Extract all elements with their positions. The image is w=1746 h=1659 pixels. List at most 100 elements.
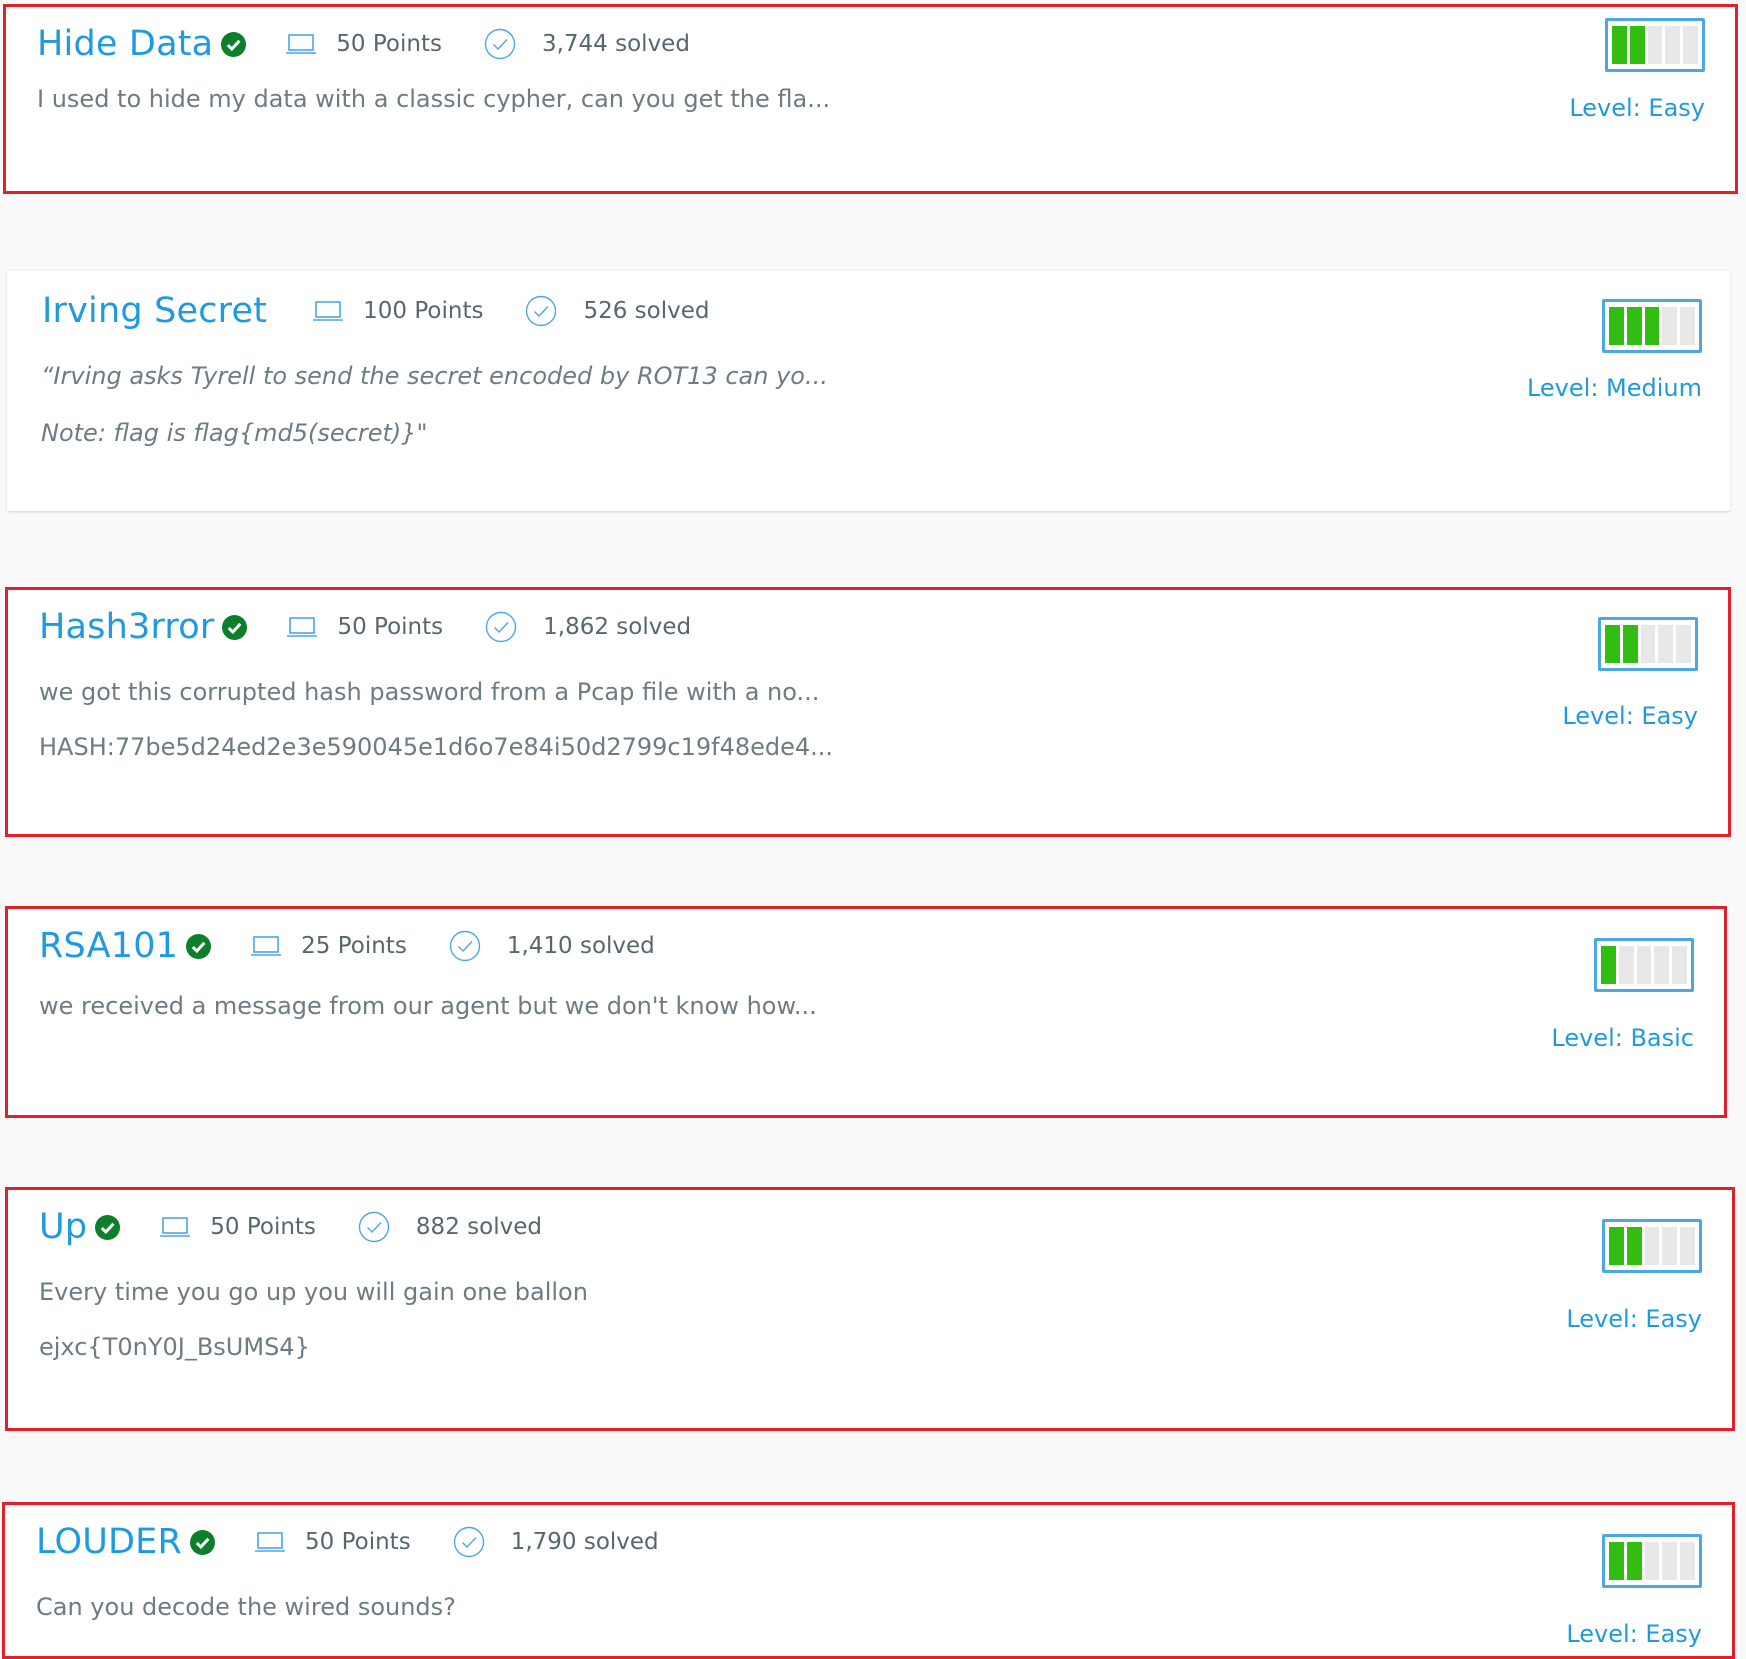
points-meta: 25 Points <box>251 933 407 959</box>
difficulty-meter <box>1602 1534 1702 1588</box>
challenge-card[interactable]: Hide Data 50 Points 3,744 solved I used to … <box>3 4 1738 194</box>
challenge-title[interactable]: Hash3rror <box>39 607 214 647</box>
challenge-description-line: “Irving asks Tyrell to send the secret e… <box>41 362 828 390</box>
solved-check-icon <box>221 31 247 57</box>
difficulty-segment <box>1609 1542 1624 1580</box>
points-meta: 100 Points <box>313 298 483 324</box>
solved-check-icon <box>95 1214 121 1240</box>
solved-count-icon <box>526 295 557 327</box>
level-label: Level: Basic <box>1551 1024 1694 1052</box>
laptop-icon <box>160 1217 191 1237</box>
challenge-card[interactable]: Irving Secret 100 Points 526 solved “Irving… <box>7 271 1730 511</box>
challenge-description-line: ejxc{T0nY0J_BsUMS4} <box>39 1333 310 1361</box>
level-label: Level: Easy <box>1569 94 1705 122</box>
points-meta: 50 Points <box>286 31 442 57</box>
difficulty-segment <box>1612 26 1627 64</box>
challenge-header: LOUDER 50 Points 1,790 solved <box>36 1522 659 1562</box>
points-meta: 50 Points <box>160 1214 316 1240</box>
laptop-icon <box>287 617 318 637</box>
solved-count-label: 1,862 solved <box>543 614 692 640</box>
difficulty-segment <box>1644 1227 1660 1265</box>
challenge-card[interactable]: Hash3rror 50 Points 1,862 solved we got thi… <box>5 587 1731 837</box>
solved-meta: 1,410 solved <box>449 930 655 962</box>
challenge-header: RSA101 25 Points 1,410 solved <box>39 926 655 966</box>
difficulty-meter <box>1594 938 1694 992</box>
points-label: 25 Points <box>301 933 407 959</box>
challenge-title[interactable]: Hide Data <box>37 24 213 64</box>
challenge-header: Hash3rror 50 Points 1,862 solved <box>39 607 691 647</box>
challenge-title[interactable]: RSA101 <box>39 926 178 966</box>
difficulty-segment <box>1665 26 1681 64</box>
solved-meta: 526 solved <box>525 295 710 327</box>
difficulty-meter <box>1598 617 1698 671</box>
difficulty-segment <box>1662 1542 1678 1580</box>
difficulty-segment <box>1644 1542 1660 1580</box>
challenge-card[interactable]: RSA101 25 Points 1,410 solved we received a… <box>5 906 1727 1118</box>
challenge-header: Irving Secret 100 Points 526 solved <box>42 291 710 331</box>
solved-check-icon <box>186 933 212 959</box>
solved-count-label: 1,410 solved <box>506 933 655 959</box>
difficulty-segment <box>1680 1542 1695 1580</box>
difficulty-segment <box>1618 946 1634 984</box>
solved-count-icon <box>358 1211 390 1243</box>
difficulty-segment <box>1629 26 1645 64</box>
solved-check-icon <box>190 1529 216 1555</box>
difficulty-segment <box>1680 1227 1695 1265</box>
difficulty-segment <box>1622 625 1638 663</box>
difficulty-meter <box>1602 1219 1702 1273</box>
laptop-icon <box>251 936 282 956</box>
solved-check-icon <box>222 614 248 640</box>
challenge-description-line: Can you decode the wired sounds? <box>36 1593 456 1621</box>
solved-count-icon <box>484 28 516 60</box>
challenge-title[interactable]: Irving Secret <box>42 291 267 331</box>
difficulty-segment <box>1609 1227 1624 1265</box>
difficulty-segment <box>1626 1542 1642 1580</box>
challenge-header: Hide Data 50 Points 3,744 solved <box>37 24 690 64</box>
solved-count-icon <box>449 930 481 962</box>
laptop-icon <box>286 34 317 54</box>
level-label: Level: Easy <box>1562 702 1698 730</box>
points-label: 100 Points <box>363 298 484 324</box>
difficulty-segment <box>1626 1227 1642 1265</box>
difficulty-segment <box>1636 946 1652 984</box>
challenge-header: Up 50 Points 882 solved <box>39 1207 542 1247</box>
points-label: 50 Points <box>336 31 442 57</box>
challenge-description-line: we got this corrupted hash password from… <box>39 678 820 706</box>
difficulty-segment <box>1640 625 1656 663</box>
solved-meta: 882 solved <box>358 1211 542 1243</box>
difficulty-segment <box>1647 26 1663 64</box>
challenge-description-line: Note: flag is flag{md5(secret)}" <box>41 419 428 447</box>
difficulty-segment <box>1672 946 1687 984</box>
challenge-description-line: Every time you go up you will gain one b… <box>39 1278 588 1306</box>
difficulty-segment <box>1601 946 1616 984</box>
points-label: 50 Points <box>337 614 444 640</box>
difficulty-segment <box>1680 307 1695 345</box>
laptop-icon <box>255 1532 286 1552</box>
challenge-description-line: HASH:77be5d24ed2e3e590045e1d6o7e84i50d27… <box>39 733 834 761</box>
challenge-title[interactable]: LOUDER <box>36 1522 182 1562</box>
solved-count-label: 1,790 solved <box>510 1529 659 1555</box>
points-label: 50 Points <box>210 1214 316 1240</box>
level-label: Level: Easy <box>1566 1620 1702 1648</box>
solved-meta: 1,862 solved <box>485 611 691 643</box>
challenge-card[interactable]: LOUDER 50 Points 1,790 solved Can you decod… <box>2 1502 1735 1659</box>
difficulty-meter <box>1605 18 1705 72</box>
challenge-title[interactable]: Up <box>39 1207 87 1247</box>
solved-count-icon <box>453 1526 484 1558</box>
challenge-description-line: I used to hide my data with a classic cy… <box>37 85 831 113</box>
solved-count-label: 882 solved <box>415 1214 542 1240</box>
difficulty-segment <box>1662 307 1678 345</box>
difficulty-segment <box>1683 26 1698 64</box>
points-meta: 50 Points <box>255 1529 411 1555</box>
difficulty-segment <box>1644 307 1660 345</box>
points-meta: 50 Points <box>287 614 443 640</box>
difficulty-segment <box>1662 1227 1678 1265</box>
solved-meta: 3,744 solved <box>484 28 690 60</box>
solved-meta: 1,790 solved <box>453 1526 659 1558</box>
level-label: Level: Medium <box>1526 374 1702 402</box>
difficulty-segment <box>1605 625 1620 663</box>
challenge-card[interactable]: Up 50 Points 882 solved Every time you go u… <box>5 1187 1735 1431</box>
laptop-icon <box>313 301 344 321</box>
difficulty-segment <box>1676 625 1691 663</box>
difficulty-segment <box>1626 307 1642 345</box>
